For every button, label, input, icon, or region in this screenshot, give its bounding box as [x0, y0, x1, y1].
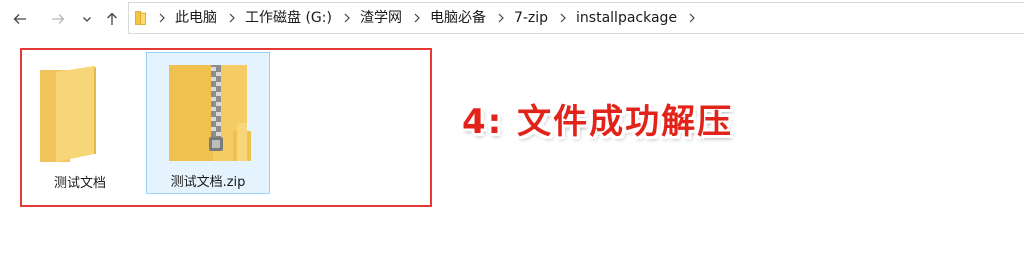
file-item-folder[interactable]: 测试文档 [26, 54, 134, 194]
chevron-right-icon [344, 13, 350, 23]
chevron-right-icon [229, 13, 235, 23]
breadcrumb-chevron-icon[interactable] [338, 3, 356, 33]
breadcrumb-item-7zip[interactable]: 7-zip [510, 3, 554, 33]
breadcrumb-chevron-icon[interactable] [153, 3, 171, 33]
step-caption: 4: 文件成功解压 [462, 102, 734, 142]
chevron-down-icon [83, 17, 91, 22]
arrow-right-icon [52, 14, 65, 24]
file-name-label: 测试文档 [53, 176, 106, 191]
recent-locations-button[interactable] [78, 6, 96, 32]
chevron-right-icon [498, 13, 504, 23]
file-item-zip[interactable]: 测试文档.zip [146, 52, 270, 194]
breadcrumb-chevron-icon[interactable] [554, 3, 572, 33]
address-bar[interactable]: 此电脑 工作磁盘 (G:) 渣学网 电脑必备 7-zip installpack… [128, 2, 1024, 34]
chevron-right-icon [689, 13, 695, 23]
breadcrumb-chevron-icon[interactable] [223, 3, 241, 33]
explorer-navigation-bar: 此电脑 工作磁盘 (G:) 渣学网 电脑必备 7-zip installpack… [0, 0, 1024, 38]
chevron-right-icon [560, 13, 566, 23]
zip-folder-icon [169, 65, 251, 161]
folder-icon [135, 11, 146, 25]
file-name-label: 测试文档.zip [170, 175, 246, 190]
arrow-up-icon [107, 12, 117, 25]
back-button[interactable] [8, 6, 32, 32]
breadcrumb-chevron-icon[interactable] [683, 3, 701, 33]
breadcrumb-item-zhaxuewang[interactable]: 渣学网 [356, 3, 408, 33]
breadcrumb-chevron-icon[interactable] [492, 3, 510, 33]
breadcrumb-item-this-pc[interactable]: 此电脑 [171, 3, 223, 33]
up-button[interactable] [102, 6, 122, 32]
chevron-right-icon [414, 13, 420, 23]
forward-button[interactable] [46, 6, 70, 32]
chevron-right-icon [159, 13, 165, 23]
address-folder-icon [133, 3, 149, 33]
file-view: 测试文档 测试文档.zip 4: 文件成功解压 [0, 38, 1024, 256]
breadcrumb-item-installpackage[interactable]: installpackage [572, 3, 683, 33]
breadcrumb-item-essentials[interactable]: 电脑必备 [426, 3, 492, 33]
arrow-left-icon [13, 14, 26, 24]
breadcrumb-item-work-disk[interactable]: 工作磁盘 (G:) [241, 3, 338, 33]
breadcrumb: 此电脑 工作磁盘 (G:) 渣学网 电脑必备 7-zip installpack… [153, 3, 701, 33]
folder-icon [40, 66, 96, 162]
breadcrumb-chevron-icon[interactable] [408, 3, 426, 33]
